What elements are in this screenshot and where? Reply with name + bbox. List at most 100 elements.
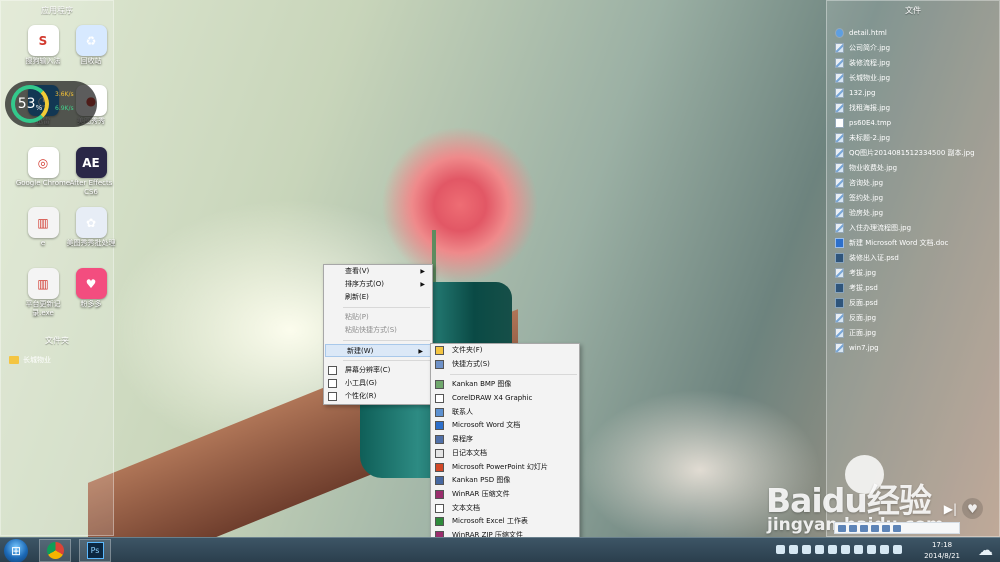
file-list-item[interactable]: 考拔.jpg [835,265,997,280]
chrome-taskbar-button[interactable] [39,539,71,562]
toolbar-icon[interactable] [849,524,857,532]
start-button[interactable]: ⊞ [4,539,28,562]
desktop-app-heart-app[interactable]: ♥ 粉多多 [63,268,119,320]
file-name: 装修流程.jpg [849,58,891,67]
file-name: 反面.jpg [849,313,877,322]
menu-item[interactable]: Microsoft Word 文档 [431,419,579,433]
clock-time: 17:18 [931,541,953,549]
tray-shield-icon[interactable] [802,545,811,554]
menu-item[interactable]: 联系人 [431,406,579,420]
folder-item-changcheng[interactable]: 长城物业 [9,355,51,365]
file-name: detail.html [849,28,887,37]
menu-item[interactable]: Kankan PSD 图像 [431,474,579,488]
file-list-item[interactable]: 反面.jpg [835,310,997,325]
journal-icon [435,448,444,458]
desktop-app-meitu-batch[interactable]: ✿ 美图秀秀批处理 [63,207,119,259]
file-list-item[interactable]: 咨询处.jpg [835,175,997,190]
tray-qq-icon[interactable] [828,545,837,554]
menu-item[interactable]: 小工具(G) [324,377,432,390]
files-list: detail.html 公司简介.jpg 装修流程.jpg 长城物业.jpg 132.j… [835,25,997,355]
files-title: 文件 [905,6,921,15]
applications-title: 应用程序 [41,6,73,15]
desktop-app-recycle-bin[interactable]: ♻ 回收站 [63,25,119,77]
tray-signal-icon[interactable] [893,545,902,554]
tray-qq-icon[interactable] [815,545,824,554]
clock-date: 2014/8/21 [924,552,960,560]
file-list-item[interactable]: 签约处.jpg [835,190,997,205]
img-file-icon [835,177,844,188]
menu-item[interactable]: 文件夹(F) [431,344,579,358]
file-list-item[interactable]: 132.jpg [835,85,997,100]
file-list-item[interactable]: 反面.psd [835,295,997,310]
easy-program-icon [435,435,444,445]
file-list-item[interactable]: 入住办理流程图.jpg [835,220,997,235]
menu-separator [450,374,577,376]
windows-taskbar: ⊞ Ps 17:18 2014/8/21 ☁ [0,537,1000,562]
taskbar-clock[interactable]: 17:18 2014/8/21 [924,540,960,562]
next-arrow-icon[interactable]: ▶| [944,502,957,516]
display-icon [328,366,337,375]
menu-item[interactable]: 排序方式(O) ▶ [324,278,432,291]
file-list-item[interactable]: 未标题-2.jpg [835,130,997,145]
img-file-icon [835,147,844,158]
file-list-item[interactable]: 公司简介.jpg [835,40,997,55]
file-list-item[interactable]: detail.html [835,25,997,40]
menu-item[interactable]: 屏幕分辨率(C) [324,364,432,377]
toolbar-icon[interactable] [871,524,879,532]
file-list-item[interactable]: 验房处.jpg [835,205,997,220]
tray-network-icon[interactable] [854,545,863,554]
img-file-icon [835,207,844,218]
menu-item[interactable]: 快捷方式(S) [431,358,579,372]
favorite-heart-icon[interactable]: ♥ [962,498,983,519]
toolbar-icon[interactable] [882,524,890,532]
photoshop-taskbar-button[interactable]: Ps [79,539,111,562]
file-name: 咨询处.jpg [849,178,884,187]
menu-item[interactable]: CorelDRAW X4 Graphic [431,392,579,406]
file-list-item[interactable]: QQ图片20140815123345​00 副本.jpg [835,145,997,160]
tray-qq-icon[interactable] [841,545,850,554]
tray-flag-icon[interactable] [880,545,889,554]
menu-item[interactable]: WinRAR 压缩文件 [431,488,579,502]
menu-item[interactable]: 日记本文档 [431,447,579,461]
photoshop-icon: Ps [86,542,104,559]
file-list-item[interactable]: win7.jpg [835,340,997,355]
menu-item[interactable]: Microsoft PowerPoint 幻灯片 [431,461,579,475]
desktop-app-after-effects[interactable]: AE After Effects CS6 [63,147,119,199]
tray-wifi-icon[interactable] [789,545,798,554]
file-list-item[interactable]: 正面.jpg [835,325,997,340]
file-list-item[interactable]: 装修出入证.psd [835,250,997,265]
tray-sogou-icon[interactable] [776,545,785,554]
img-file-icon [835,312,844,323]
menu-item[interactable]: 刷新(E) [324,291,432,304]
file-list-item[interactable]: 找租海报.jpg [835,100,997,115]
menu-item[interactable]: 查看(V) ▶ [324,265,432,278]
file-list-item[interactable]: 物业收费处.jpg [835,160,997,175]
toolbar-icon[interactable] [860,524,868,532]
menu-item[interactable]: Kankan BMP 图像 [431,378,579,392]
file-list-item[interactable]: 装修流程.jpg [835,55,997,70]
file-list-item[interactable]: ps60E4.tmp [835,115,997,130]
file-list-item[interactable]: 新建 Microsoft Word 文档.doc [835,235,997,250]
weather-icon[interactable]: ☁ [978,541,993,559]
menu-item-label: 文本文档 [452,503,480,512]
system-tray [776,543,904,556]
menu-item[interactable]: Microsoft Excel 工作表 [431,515,579,529]
menu-item-label: 刷新(E) [345,293,369,301]
file-list-item[interactable]: 长城物业.jpg [835,70,997,85]
menu-item-label: 个性化(R) [345,392,377,400]
img-file-icon [835,222,844,233]
menu-item[interactable]: 个性化(R) [324,390,432,403]
toolbar-icon[interactable] [893,524,901,532]
tray-volume-icon[interactable] [867,545,876,554]
menu-item[interactable]: 文本文档 [431,502,579,516]
menu-separator [343,307,430,308]
menu-item[interactable]: 新建(W) ▶ [325,344,431,357]
toolbar-icon[interactable] [838,524,846,532]
file-list-item[interactable]: 考拔.psd [835,280,997,295]
heart-app-icon: ♥ [75,268,107,299]
menu-item[interactable]: 易程序 [431,433,579,447]
gadget-icon [328,379,337,388]
new-submenu: 文件夹(F) 快捷方式(S) Kankan BMP 图像 CorelDRAW X4 G… [430,343,580,557]
excel-icon [435,517,444,527]
file-name: 入住办理流程图.jpg [849,223,912,232]
